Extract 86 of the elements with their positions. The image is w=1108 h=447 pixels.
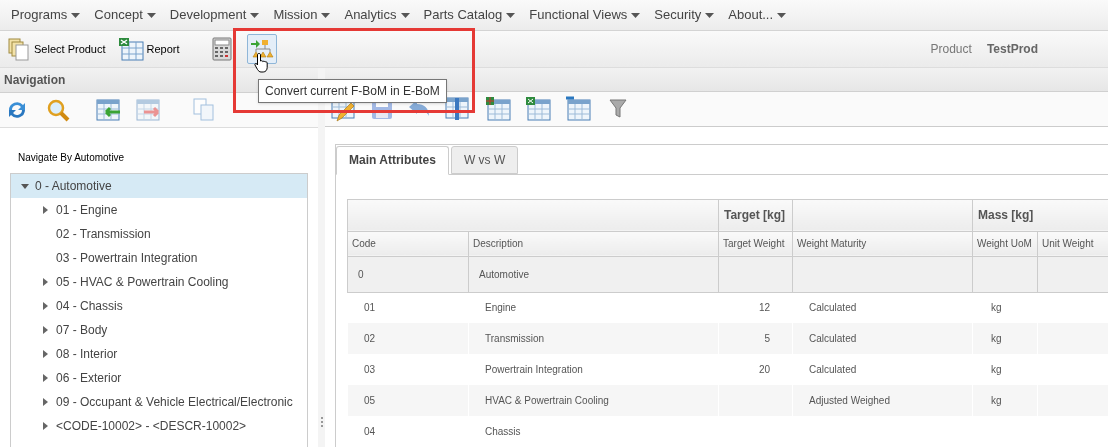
table-cell: kg bbox=[972, 354, 1038, 385]
search-icon bbox=[46, 98, 70, 122]
calculator-icon bbox=[211, 37, 232, 61]
toolbar-button[interactable] bbox=[46, 98, 70, 122]
toolbar-button[interactable]: Select Product bbox=[4, 34, 109, 64]
spreadsheet-icon bbox=[525, 95, 551, 122]
table-cell: HVAC & Powertrain Cooling bbox=[468, 385, 719, 416]
tab[interactable]: Main Attributes bbox=[336, 145, 449, 175]
menu-item[interactable]: Programs bbox=[4, 0, 88, 30]
product-label: Product bbox=[930, 41, 972, 58]
menu-item[interactable]: Mission bbox=[266, 0, 338, 30]
toolbar-button[interactable] bbox=[525, 95, 551, 122]
filter-icon bbox=[609, 98, 627, 119]
tree-item[interactable]: 07 - Body bbox=[11, 318, 307, 342]
column-header[interactable]: Code bbox=[347, 231, 469, 256]
menu-item[interactable]: Parts Catalog bbox=[416, 0, 523, 30]
toolbar-icon-button[interactable] bbox=[246, 34, 277, 64]
table-cell: Calculated bbox=[792, 292, 973, 323]
tree-item[interactable]: 0 - Automotive bbox=[11, 174, 307, 198]
panel-title: Navigation bbox=[4, 72, 66, 89]
toolbar-button[interactable] bbox=[565, 95, 591, 122]
caret-down-icon bbox=[506, 12, 516, 18]
splitter-handle[interactable] bbox=[320, 417, 323, 427]
table-cell: Powertrain Integration bbox=[468, 354, 719, 385]
hand-cursor-icon bbox=[254, 52, 270, 73]
table-cell: kg bbox=[972, 323, 1038, 354]
hierarchy-icon bbox=[249, 38, 274, 60]
tree-item[interactable]: 04 - Chassis bbox=[11, 294, 307, 318]
table-cell: 5 bbox=[718, 323, 793, 354]
caret-down-icon bbox=[777, 12, 787, 18]
toolbar-button[interactable]: Report bbox=[114, 34, 183, 64]
grid-insert-icon bbox=[96, 98, 122, 122]
menu-item[interactable]: About... bbox=[721, 0, 794, 30]
copy-icon bbox=[192, 98, 216, 122]
table-cell: Adjusted Weighed bbox=[792, 385, 973, 416]
caret-down-icon bbox=[250, 12, 260, 18]
tree-item[interactable]: 06 - Exterior bbox=[11, 366, 307, 390]
table-cell: kg bbox=[972, 385, 1038, 416]
grid-icon bbox=[565, 95, 591, 122]
tab[interactable]: W vs W bbox=[450, 145, 519, 174]
product-name: TestProd bbox=[986, 41, 1038, 58]
menu-item[interactable]: Concept bbox=[87, 0, 163, 30]
table-cell: Calculated bbox=[792, 323, 973, 354]
menu-item[interactable]: Analytics bbox=[337, 0, 417, 30]
table-cell: 02 bbox=[347, 323, 469, 354]
toolbar-button[interactable] bbox=[609, 98, 627, 119]
toolbar-button[interactable] bbox=[96, 98, 122, 122]
menu-item[interactable]: Development bbox=[162, 0, 267, 30]
tree-item[interactable]: 03 - Powertrain Integration bbox=[11, 246, 307, 270]
tree-item[interactable]: 08 - Interior bbox=[11, 342, 307, 366]
menu-item[interactable]: Functional Views bbox=[522, 0, 648, 30]
documents-icon bbox=[7, 37, 31, 61]
tree-item[interactable]: 09 - Occupant & Vehicle Electrical/Electronic bbox=[11, 390, 307, 414]
menu-item[interactable]: Security bbox=[647, 0, 722, 30]
tree-caption: Navigate By Automotive bbox=[18, 152, 125, 163]
grid-icon bbox=[485, 95, 511, 122]
toolbar-button[interactable] bbox=[485, 95, 511, 122]
caret-down-icon bbox=[321, 12, 331, 18]
table-cell: 20 bbox=[718, 354, 793, 385]
column-header[interactable]: Weight Maturity bbox=[792, 231, 973, 256]
column-group-header: Mass [kg] bbox=[972, 199, 1108, 231]
column-group-header: Target [kg] bbox=[718, 199, 793, 231]
table-cell: 03 bbox=[347, 354, 469, 385]
table-cell: Engine bbox=[468, 292, 719, 323]
grid-remove-icon bbox=[136, 98, 162, 122]
tree-item[interactable]: 01 - Engine bbox=[11, 198, 307, 222]
table-cell: Automotive bbox=[468, 256, 719, 292]
table-cell: 0 bbox=[347, 256, 469, 292]
caret-down-icon bbox=[631, 12, 641, 18]
tooltip: Convert current F-BoM in E-BoM bbox=[258, 79, 447, 103]
caret-down-icon bbox=[705, 12, 715, 18]
table-cell bbox=[972, 256, 1038, 292]
tree-item[interactable]: 05 - HVAC & Powertrain Cooling bbox=[11, 270, 307, 294]
spreadsheet-icon bbox=[117, 37, 144, 61]
column-header[interactable]: Description bbox=[468, 231, 719, 256]
caret-down-icon bbox=[400, 12, 410, 18]
caret-down-icon bbox=[71, 12, 81, 18]
table-cell: 12 bbox=[718, 292, 793, 323]
tree-item[interactable]: <CODE-10002> - <DESCR-10002> bbox=[11, 414, 307, 438]
table-cell: 01 bbox=[347, 292, 469, 323]
caret-down-icon bbox=[146, 12, 156, 18]
table-cell: kg bbox=[972, 292, 1038, 323]
table-cell: Transmission bbox=[468, 323, 719, 354]
table-cell: Calculated bbox=[792, 354, 973, 385]
table-cell: 05 bbox=[347, 385, 469, 416]
tree-item[interactable]: 02 - Transmission bbox=[11, 222, 307, 246]
